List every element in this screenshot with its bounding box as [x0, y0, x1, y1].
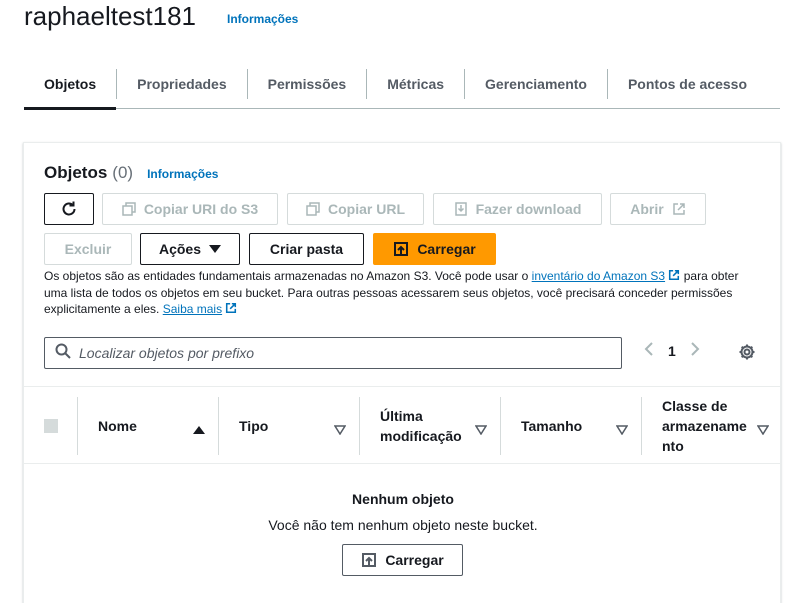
objects-panel: Objetos (0) Informações Copiar URI do S3…: [23, 142, 782, 603]
tab-properties[interactable]: Propriedades: [117, 60, 246, 108]
pagination: 1: [644, 341, 700, 360]
column-size-header[interactable]: Tamanho: [521, 387, 582, 465]
open-button[interactable]: Abrir: [610, 193, 706, 225]
sort-caret-down-icon[interactable]: [474, 422, 488, 440]
open-label: Abrir: [630, 201, 664, 217]
objects-info-link[interactable]: Informações: [147, 167, 218, 181]
search-icon: [55, 343, 71, 364]
object-search[interactable]: [44, 337, 622, 369]
column-storage-class-label: armazename: [662, 418, 747, 434]
external-link-icon: [225, 302, 237, 316]
column-type-label: Tipo: [239, 418, 269, 434]
s3-bucket-page: raphaeltest181 Informações Objetos Propr…: [0, 0, 812, 603]
column-divider: [500, 397, 501, 455]
objects-table-header: Nome Tipo Última modificação Tamanho Cla…: [24, 386, 782, 464]
column-modified-header[interactable]: Última modificação: [380, 387, 462, 465]
column-divider: [641, 397, 642, 455]
bucket-tabs: Objetos Propriedades Permissões Métricas…: [24, 60, 780, 110]
column-divider: [218, 397, 219, 455]
panel-title: Objetos: [44, 163, 108, 182]
create-folder-button[interactable]: Criar pasta: [249, 233, 364, 265]
column-storage-class-label: nto: [662, 438, 684, 454]
empty-upload-label: Carregar: [385, 552, 444, 568]
sort-caret-down-icon[interactable]: [333, 422, 347, 440]
upload-icon: [361, 552, 377, 568]
column-storage-class-label: Classe de: [662, 398, 728, 414]
copy-s3-uri-button[interactable]: Copiar URI do S3: [102, 193, 278, 225]
column-modified-label: modificação: [380, 428, 462, 444]
column-divider: [359, 397, 360, 455]
column-name-label: Nome: [98, 418, 137, 434]
external-link-icon: [672, 202, 686, 216]
refresh-icon: [60, 200, 78, 218]
objects-description: Os objetos são as entidades fundamentais…: [44, 268, 764, 318]
chevron-left-icon[interactable]: [644, 341, 654, 360]
s3-inventory-link[interactable]: inventário do Amazon S3: [532, 269, 665, 283]
bucket-info-link[interactable]: Informações: [227, 12, 298, 26]
sort-ascending-icon[interactable]: [193, 422, 205, 440]
delete-button[interactable]: Excluir: [44, 233, 132, 265]
copy-url-label: Copiar URL: [328, 201, 405, 217]
empty-state-description: Você não tem nenhum objeto neste bucket.: [268, 517, 538, 533]
actions-label: Ações: [158, 241, 202, 257]
tab-management[interactable]: Gerenciamento: [465, 60, 607, 108]
description-text: Os objetos são as entidades fundamentais…: [44, 269, 532, 283]
object-count: (0): [112, 163, 134, 182]
create-folder-label: Criar pasta: [269, 241, 344, 257]
tab-permissions[interactable]: Permissões: [248, 60, 367, 108]
copy-url-button[interactable]: Copiar URL: [287, 193, 424, 225]
column-divider: [77, 397, 78, 455]
external-link-icon: [668, 269, 680, 283]
sort-caret-down-icon[interactable]: [615, 422, 629, 440]
column-storage-class-header[interactable]: Classe de armazename nto: [662, 387, 747, 465]
download-label: Fazer download: [475, 201, 582, 217]
actions-dropdown[interactable]: Ações: [140, 233, 240, 265]
settings-gear-icon[interactable]: [738, 343, 756, 366]
upload-icon: [393, 241, 409, 257]
tab-objects[interactable]: Objetos: [24, 60, 117, 110]
current-page[interactable]: 1: [668, 343, 676, 359]
download-icon: [454, 202, 468, 216]
empty-state-title: Nenhum objeto: [352, 491, 454, 507]
copy-s3-uri-label: Copiar URI do S3: [143, 201, 259, 217]
upload-label: Carregar: [417, 241, 476, 257]
chevron-right-icon[interactable]: [690, 341, 700, 360]
tab-metrics[interactable]: Métricas: [367, 60, 464, 108]
column-modified-label: Última: [380, 408, 423, 424]
copy-icon: [122, 202, 136, 216]
select-all-checkbox[interactable]: [44, 419, 58, 433]
download-button[interactable]: Fazer download: [433, 193, 602, 225]
sort-caret-down-icon[interactable]: [756, 422, 770, 440]
column-type-header[interactable]: Tipo: [239, 387, 268, 465]
refresh-button[interactable]: [44, 193, 94, 225]
tab-access-points[interactable]: Pontos de acesso: [608, 60, 767, 108]
learn-more-link[interactable]: Saiba mais: [163, 302, 222, 316]
panel-header: Objetos (0) Informações: [44, 163, 218, 183]
copy-icon: [306, 202, 320, 216]
column-size-label: Tamanho: [521, 418, 583, 434]
upload-button[interactable]: Carregar: [373, 233, 496, 265]
column-name-header[interactable]: Nome: [98, 387, 137, 465]
bucket-title: raphaeltest181: [24, 1, 197, 31]
search-input[interactable]: [79, 345, 599, 361]
delete-label: Excluir: [64, 241, 112, 257]
empty-upload-button[interactable]: Carregar: [342, 544, 463, 576]
caret-down-icon: [209, 244, 222, 254]
